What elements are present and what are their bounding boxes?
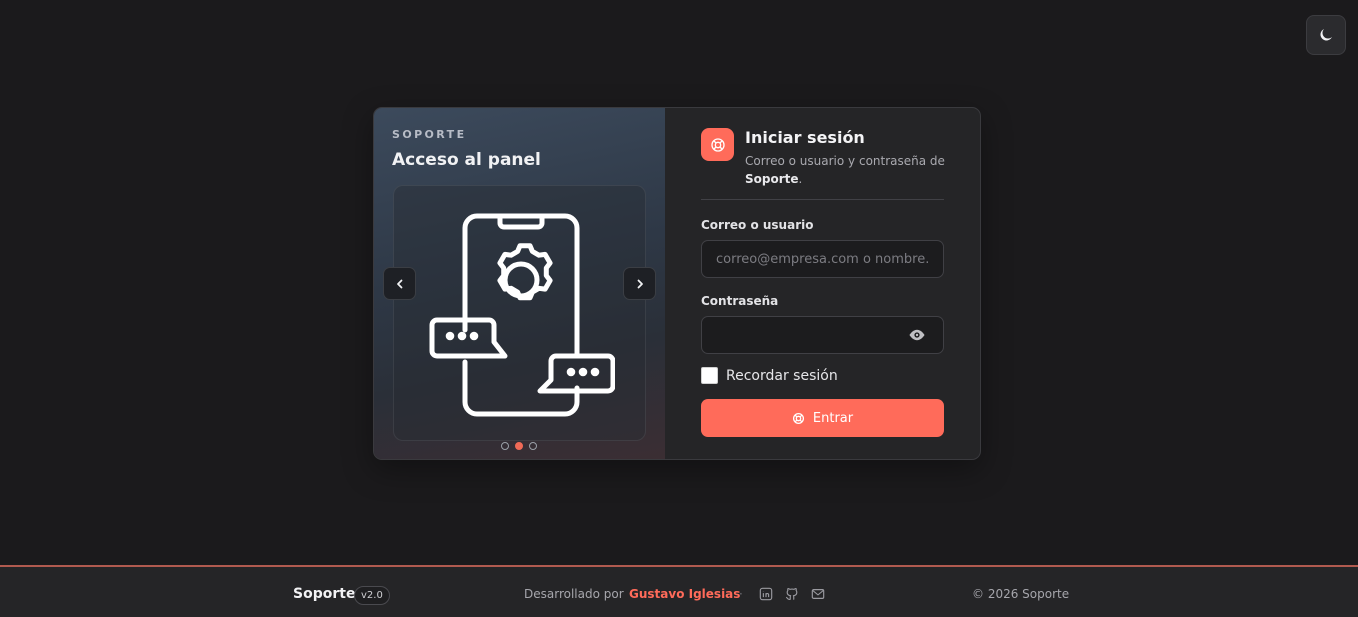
login-subtitle: Correo o usuario y contraseña de Soporte…	[745, 152, 955, 188]
carousel-dot-2[interactable]	[515, 442, 523, 450]
carousel-title: Acceso al panel	[392, 150, 541, 170]
moon-icon	[1320, 29, 1332, 41]
github-icon[interactable]	[785, 587, 799, 601]
chevron-left-icon	[396, 279, 402, 288]
footer-brand: Soporte	[293, 586, 356, 602]
footer-separator: ·	[739, 587, 743, 601]
submit-label: Entrar	[812, 410, 854, 426]
chevron-right-icon	[637, 279, 643, 288]
login-form-panel: Iniciar sesión Correo o usuario y contra…	[665, 108, 980, 459]
copyright-text: © 2026 Soporte	[972, 587, 1070, 601]
eye-icon	[909, 329, 925, 341]
submit-button[interactable]: Entrar	[701, 399, 944, 437]
carousel-kicker: SOPORTE	[392, 128, 467, 141]
carousel-dot-3[interactable]	[529, 442, 537, 450]
lifebuoy-icon	[710, 137, 725, 152]
header-divider	[701, 199, 944, 200]
login-subtitle-text: Correo o usuario y contraseña de	[745, 154, 945, 168]
developed-by-text: Desarrollado por	[524, 587, 624, 601]
login-title: Iniciar sesión	[745, 128, 865, 147]
version-badge: v2.0	[354, 586, 390, 605]
carousel-prev-button[interactable]	[383, 267, 416, 300]
carousel-next-button[interactable]	[623, 267, 656, 300]
carousel-dot-1[interactable]	[501, 442, 509, 450]
password-label: Contraseña	[701, 294, 779, 308]
lifebuoy-icon	[792, 412, 804, 424]
remember-label: Recordar sesión	[726, 367, 838, 384]
remember-session[interactable]: Recordar sesión	[701, 367, 838, 384]
mail-icon[interactable]	[811, 587, 825, 601]
author-link[interactable]: Gustavo Iglesias	[629, 587, 740, 601]
login-subtitle-suffix: .	[798, 172, 803, 186]
email-label: Correo o usuario	[701, 218, 814, 232]
carousel-slide	[393, 185, 646, 441]
linkedin-icon[interactable]	[759, 587, 773, 601]
theme-toggle-button[interactable]	[1306, 15, 1346, 55]
smartphone-settings-chat-icon	[429, 213, 615, 417]
footer: Soporte v2.0 Desarrollado por Gustavo Ig…	[0, 565, 1358, 617]
email-input[interactable]	[701, 240, 944, 278]
app-logo	[701, 128, 734, 161]
carousel-panel: SOPORTE Acceso al panel	[374, 108, 665, 459]
login-card: SOPORTE Acceso al panel Iniciar sesión C…	[373, 107, 981, 460]
remember-checkbox[interactable]	[701, 367, 718, 384]
toggle-password-visibility-button[interactable]	[906, 326, 928, 344]
login-subtitle-app: Soporte	[745, 172, 799, 186]
carousel-dots	[501, 442, 537, 450]
